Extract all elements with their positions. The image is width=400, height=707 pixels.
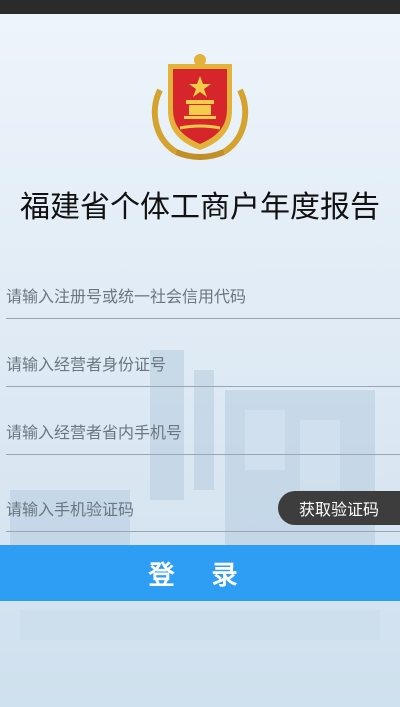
phone-input[interactable]: [6, 410, 266, 454]
page-title: 福建省个体工商户年度报告: [20, 190, 380, 225]
id-number-input[interactable]: [6, 342, 266, 386]
get-code-button[interactable]: 获取验证码: [278, 491, 400, 525]
sms-code-input[interactable]: [6, 487, 266, 531]
aic-emblem-icon: [151, 54, 249, 160]
id-number-field: [6, 342, 400, 387]
registration-input[interactable]: [6, 274, 266, 318]
login-button[interactable]: 登 录: [0, 545, 400, 601]
status-bar: [0, 0, 400, 14]
registration-field: [6, 274, 400, 319]
phone-field: [6, 410, 400, 455]
